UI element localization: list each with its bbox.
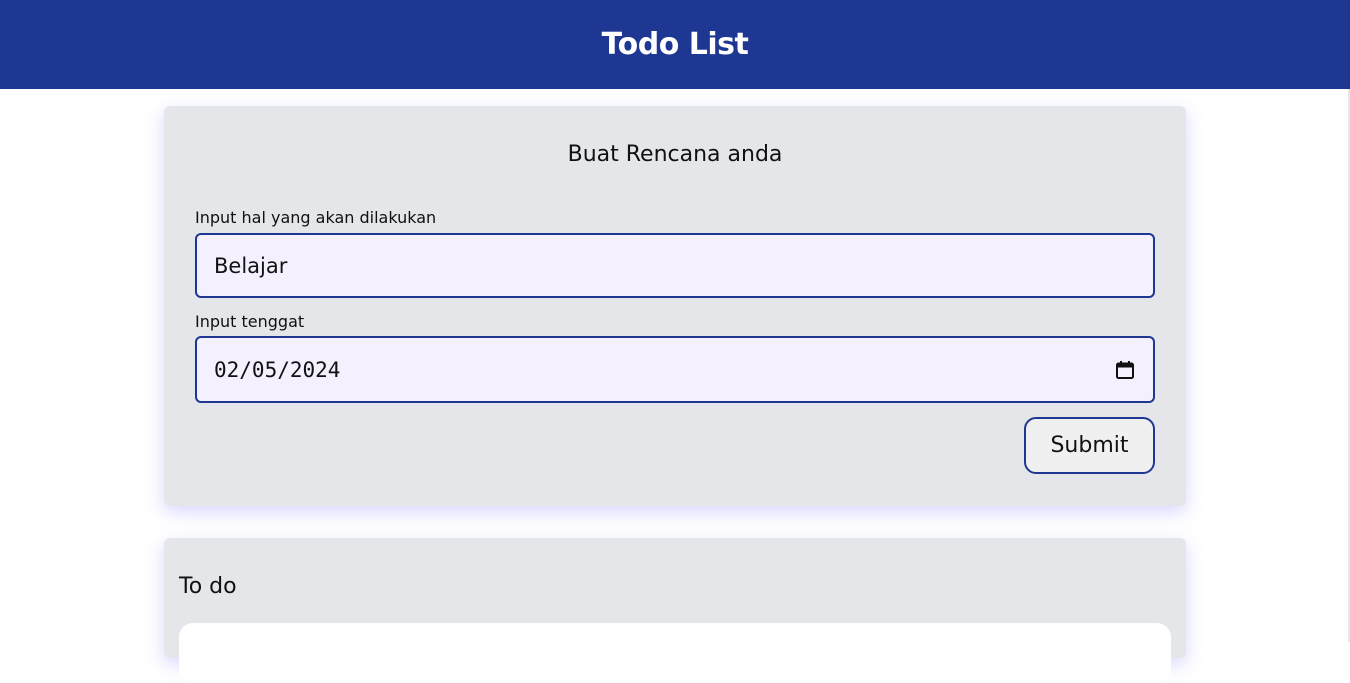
todo-list-card: To do <box>164 538 1186 683</box>
submit-button[interactable]: Submit <box>1024 417 1155 474</box>
todo-section-title: To do <box>179 574 237 599</box>
deadline-date-value: 02/05/2024 <box>214 357 341 382</box>
deadline-input-label: Input tenggat <box>195 312 305 331</box>
todo-input[interactable] <box>195 233 1155 298</box>
form-title: Buat Rencana anda <box>567 142 783 167</box>
calendar-icon[interactable] <box>1114 359 1136 381</box>
todo-list <box>179 623 1171 683</box>
deadline-date-input[interactable]: 02/05/2024 <box>195 336 1155 403</box>
todo-form-card: Buat Rencana anda Input hal yang akan di… <box>164 106 1186 506</box>
page-title: Todo List <box>601 27 749 62</box>
todo-input-label: Input hal yang akan dilakukan <box>195 208 437 227</box>
app-header: Todo List <box>0 0 1350 89</box>
